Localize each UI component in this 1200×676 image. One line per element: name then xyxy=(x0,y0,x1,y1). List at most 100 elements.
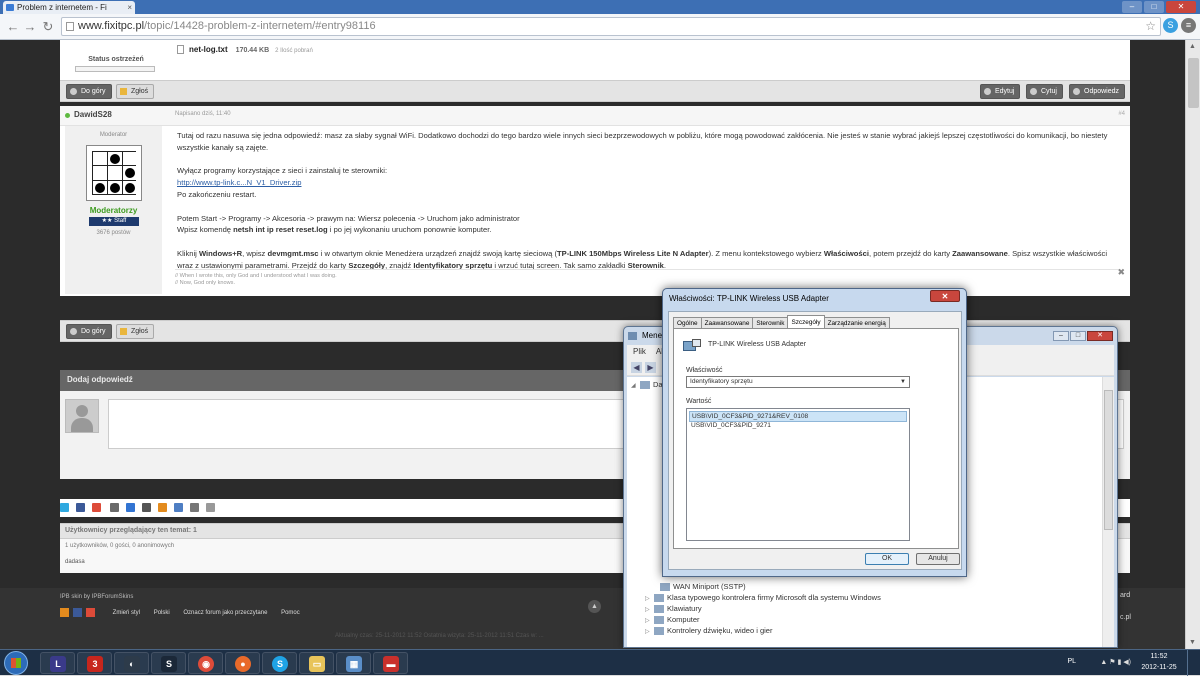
browser-tab[interactable]: Problem z internetem - Fi × xyxy=(3,1,135,14)
taskbar-app[interactable]: L xyxy=(40,652,75,674)
stumbleupon-icon[interactable] xyxy=(158,503,167,512)
forward-icon[interactable]: ▶ xyxy=(645,362,656,373)
post-paragraph-3: Potem Start -> Programy -> Akcesoria -> … xyxy=(177,213,1122,237)
folder-icon: ▭ xyxy=(309,656,325,672)
reddit-icon[interactable] xyxy=(142,503,151,512)
minimize-button[interactable]: – xyxy=(1053,331,1069,341)
back-to-top-button[interactable]: ▲ xyxy=(588,600,601,613)
start-button[interactable] xyxy=(4,651,28,675)
wrench-menu-icon[interactable]: ≡ xyxy=(1181,18,1196,33)
edit-icon xyxy=(984,88,991,95)
reload-button[interactable]: ↻ xyxy=(40,19,56,35)
tray-icons[interactable]: ▲ ⚑ ▮ ◀) xyxy=(1100,658,1131,666)
language-indicator[interactable]: PL xyxy=(1067,658,1076,665)
show-desktop-button[interactable] xyxy=(1187,650,1196,676)
scroll-up-icon[interactable]: ▲ xyxy=(1189,43,1196,50)
twitter-icon[interactable] xyxy=(60,503,69,512)
viewer-name[interactable]: dadasa xyxy=(65,559,85,565)
taskbar-app[interactable]: S xyxy=(151,652,186,674)
minimize-button[interactable]: – xyxy=(1122,1,1142,13)
tree-label: WAN Miniport (SSTP) xyxy=(673,582,746,591)
scroll-down-icon[interactable]: ▼ xyxy=(1189,639,1196,646)
taskbar-app[interactable]: 3 xyxy=(77,652,112,674)
clock-time[interactable]: 11:52 xyxy=(1136,653,1182,660)
property-dropdown[interactable]: Identyfikatory sprzętu ▼ xyxy=(686,376,910,388)
forward-button[interactable]: → xyxy=(22,19,38,35)
driver-link[interactable]: http://www.tp-link.c...N_V1_Driver.zip xyxy=(177,178,302,187)
list-item[interactable]: USB\VID_0CF3&PID_9271 xyxy=(689,421,907,430)
attachment-name[interactable]: net-log.txt xyxy=(189,45,228,54)
up-label: Do góry xyxy=(81,328,106,335)
language-link[interactable]: Polski xyxy=(154,610,170,616)
facebook-icon[interactable] xyxy=(73,608,82,617)
user-role: Moderator xyxy=(99,132,128,138)
page-scrollbar[interactable]: ▲ ▼ xyxy=(1185,40,1200,649)
maximize-button[interactable]: □ xyxy=(1070,331,1086,341)
taskbar-app[interactable]: S xyxy=(262,652,297,674)
time-info: Aktualny czas: 25-11-2012 11:52 Ostatnia… xyxy=(335,633,544,639)
address-bar[interactable]: www.fixitpc.pl/topic/14428-problem-z-int… xyxy=(61,17,1161,36)
facebook-icon[interactable] xyxy=(76,503,85,512)
close-button[interactable]: ✕ xyxy=(1166,1,1196,13)
maximize-button[interactable]: □ xyxy=(1144,1,1164,13)
tab-close-icon[interactable]: × xyxy=(127,1,132,14)
ok-button[interactable]: OK xyxy=(865,553,909,565)
url-domain: www.fixitpc.pl xyxy=(78,20,145,32)
tree-root[interactable]: ◢ Da xyxy=(631,380,663,390)
print-icon[interactable] xyxy=(190,503,199,512)
taskbar-app[interactable]: ▬ xyxy=(373,652,408,674)
tree-item[interactable]: ▷ Klawiatury xyxy=(645,604,702,614)
device-manager-icon xyxy=(628,332,637,340)
quote-icon xyxy=(1030,88,1037,95)
value-list[interactable]: USB\VID_0CF3&PID_9271&REV_0108 USB\VID_0… xyxy=(686,408,910,541)
download-icon[interactable] xyxy=(206,503,215,512)
taskbar-app[interactable]: ◉ xyxy=(188,652,223,674)
google-plus-icon[interactable] xyxy=(92,503,101,512)
digg-icon[interactable] xyxy=(110,503,119,512)
skype-extension-icon[interactable]: S xyxy=(1163,18,1178,33)
tree-item[interactable]: ▷ Klasa typowego kontrolera firmy Microso… xyxy=(645,593,881,603)
tree-item[interactable]: WAN Miniport (SSTP) xyxy=(657,582,746,592)
warning-status-bar xyxy=(75,66,155,72)
up-button[interactable]: Do góry xyxy=(66,84,112,99)
report-button[interactable]: Zgłoś xyxy=(116,324,155,339)
quote-button[interactable]: Cytuj xyxy=(1026,84,1063,99)
tree-scrollbar[interactable] xyxy=(1102,377,1114,647)
dialog-close-button[interactable]: ✕ xyxy=(930,290,960,302)
bookmark-star-icon[interactable]: ☆ xyxy=(1145,18,1156,35)
avatar[interactable] xyxy=(86,145,142,201)
hide-signature-icon[interactable]: ✖ xyxy=(1117,267,1125,278)
clock-date[interactable]: 2012-11-25 xyxy=(1136,664,1182,671)
back-icon[interactable]: ◀ xyxy=(631,362,642,373)
report-button[interactable]: Zgłoś xyxy=(116,84,155,99)
network-adapter-icon xyxy=(660,583,670,592)
mark-read-link[interactable]: Oznacz forum jako przeczytane xyxy=(183,610,267,616)
rss-icon[interactable] xyxy=(60,608,69,617)
cancel-button[interactable]: Anuluj xyxy=(916,553,960,565)
help-link[interactable]: Pomoc xyxy=(281,610,300,616)
tree-item[interactable]: ▷ Komputer xyxy=(645,615,700,625)
scrollbar-thumb[interactable] xyxy=(1104,390,1113,530)
scrollbar-thumb[interactable] xyxy=(1188,58,1199,108)
taskbar-app[interactable]: ● xyxy=(225,652,260,674)
back-button[interactable]: ← xyxy=(5,19,21,35)
reply-button[interactable]: Odpowiedz xyxy=(1069,84,1126,99)
edit-button[interactable]: Edytuj xyxy=(980,84,1021,99)
post-number[interactable]: #4 xyxy=(1118,111,1125,117)
attachment[interactable]: net-log.txt 170.44 KB 2 Ilość pobrań xyxy=(177,45,313,55)
close-button[interactable]: ✕ xyxy=(1087,331,1113,341)
post-author[interactable]: DawidS28 xyxy=(74,110,112,119)
taskbar-app[interactable]: ▭ xyxy=(299,652,334,674)
google-plus-icon[interactable] xyxy=(86,608,95,617)
tree-item[interactable]: ▷ Kontrolery dźwięku, wideo i gier xyxy=(645,626,772,636)
avatar-glider-icon xyxy=(92,151,137,195)
up-button[interactable]: Do góry xyxy=(66,324,112,339)
taskbar-app[interactable]: ▦ xyxy=(336,652,371,674)
delicious-icon[interactable] xyxy=(126,503,135,512)
menu-file[interactable]: Plik xyxy=(633,347,646,356)
email-icon[interactable] xyxy=(174,503,183,512)
change-style-link[interactable]: Zmień styl xyxy=(113,610,140,616)
app-icon: ◐ xyxy=(124,656,140,672)
taskbar-app[interactable]: ◐ xyxy=(114,652,149,674)
tab-details[interactable]: Szczegóły xyxy=(787,315,825,329)
